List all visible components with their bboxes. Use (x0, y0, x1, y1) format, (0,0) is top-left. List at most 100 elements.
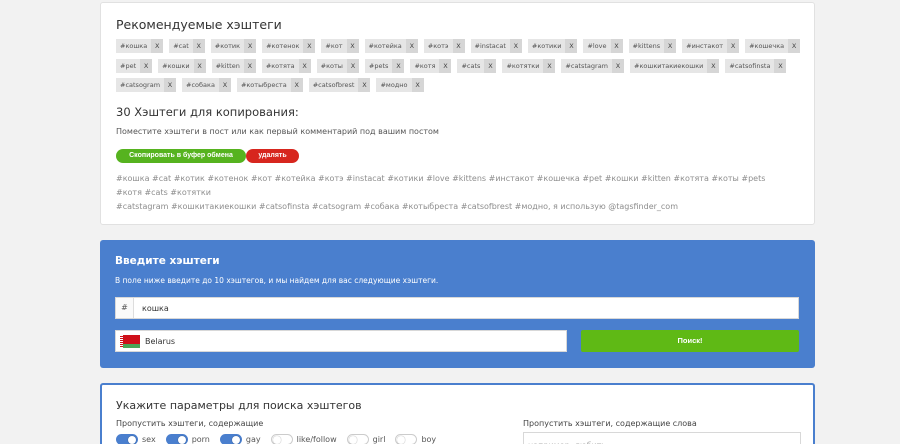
remove-tag-button[interactable]: X (358, 78, 371, 92)
hashtag-chip-label[interactable]: #kittens (629, 39, 665, 53)
hashtag-chip-label[interactable]: #котэ (424, 39, 453, 53)
remove-tag-button[interactable]: X (707, 58, 720, 73)
toggle-switch[interactable] (165, 434, 188, 444)
country-select[interactable]: Belarus (115, 330, 567, 352)
remove-tag-button[interactable]: X (290, 78, 303, 92)
hashtag-chip-label[interactable]: #котики (528, 39, 566, 53)
hashtag-chip-label[interactable]: #котята (262, 59, 299, 73)
remove-tag-button[interactable]: X (164, 78, 177, 92)
remove-tag-button[interactable]: X (244, 39, 257, 53)
hashtag-chip-label[interactable]: #инстакот (682, 39, 727, 53)
recommended-tag-list: #кошка X #cat X #котик X #котенок X #кот X #котейк… (116, 39, 806, 98)
toggle-switch[interactable] (395, 434, 418, 444)
remove-tag-button[interactable]: X (612, 58, 625, 73)
hashtag-chip: #котенок X (262, 39, 316, 53)
filter-toggle[interactable]: porn (165, 434, 210, 444)
remove-tag-button[interactable]: X (664, 39, 677, 53)
toggle-knob (397, 436, 406, 444)
hashtag-chip: #собака X (182, 78, 231, 92)
hashtag-chip-label[interactable]: #кошечка (745, 39, 788, 53)
hashtag-chip-label[interactable]: #pets (365, 59, 393, 73)
hashtag-chip-label[interactable]: #pet (116, 59, 140, 73)
toggle-switch[interactable] (219, 434, 242, 444)
hashtag-chip-label[interactable]: #кошка (116, 39, 151, 53)
hashtag-chip-label[interactable]: #catsofbrest (309, 78, 359, 92)
filter-toggle[interactable]: girl (346, 434, 386, 444)
hashtag-chip: #кошка X (116, 39, 164, 53)
hashtag-chip-label[interactable]: #котя (410, 59, 439, 73)
remove-tag-button[interactable]: X (243, 58, 256, 73)
remove-tag-button[interactable]: X (788, 39, 801, 53)
hashtag-chip: #кошки X (158, 58, 206, 73)
hashtag-input[interactable] (134, 298, 798, 318)
hashtag-chip-label[interactable]: #собака (182, 78, 219, 92)
remove-tag-button[interactable]: X (298, 58, 311, 73)
hashtag-chip-label[interactable]: #kitten (212, 59, 244, 73)
hashtag-chip-label[interactable]: #catsofinsta (725, 59, 774, 73)
search-button[interactable]: Поиск! (581, 330, 799, 352)
toggle-label: girl (372, 435, 386, 444)
skip-words-input[interactable] (524, 435, 800, 444)
hashtag-chip-label[interactable]: #котик (211, 39, 244, 53)
remove-tag-button[interactable]: X (405, 39, 418, 53)
remove-tag-button[interactable]: X (509, 39, 522, 53)
copy-section-title: 30 Хэштеги для копирования: (116, 105, 299, 119)
copy-text-line: #catstagram #кошкитакиекошки #catsofinst… (116, 202, 678, 211)
remove-tag-button[interactable]: X (411, 78, 424, 92)
filter-toggle[interactable]: like/follow (270, 434, 337, 444)
hashtag-chip-label[interactable]: #catstagram (561, 59, 612, 73)
hashtag-chip-label[interactable]: #котейка (365, 39, 406, 53)
hashtag-chip-label[interactable]: #cats (457, 59, 484, 73)
remove-tag-button[interactable]: X (774, 58, 787, 73)
filter-toggle[interactable]: sex (116, 434, 156, 444)
hashtag-chip: #catstagram X (561, 58, 625, 73)
remove-tag-button[interactable]: X (218, 78, 231, 92)
toggle-switch[interactable] (346, 434, 369, 444)
hashtag-chip-label[interactable]: #кошки (158, 59, 193, 73)
filter-toggle[interactable]: boy (395, 434, 436, 444)
hashtag-chip-label[interactable]: #модно (376, 78, 411, 92)
remove-tag-button[interactable]: X (346, 58, 359, 73)
hashtag-chip-label[interactable]: #котенок (262, 39, 303, 53)
hashtag-chip: #кот X (321, 39, 359, 53)
remove-tag-button[interactable]: X (151, 39, 164, 53)
hashtag-chip-label[interactable]: #cat (169, 39, 193, 53)
remove-tag-button[interactable]: X (392, 58, 405, 73)
hashtags-copy-text[interactable]: #кошка #cat #котик #котенок #кот #котейк… (116, 172, 786, 214)
hashtag-chip-label[interactable]: #catsogram (116, 78, 164, 92)
enter-subtitle: В поле ниже введите до 10 хэштегов, и мы… (115, 276, 439, 285)
remove-tag-button[interactable]: X (140, 58, 153, 73)
remove-tag-button[interactable]: X (727, 39, 740, 53)
hashtag-chip: #catsofbrest X (308, 78, 371, 92)
remove-tag-button[interactable]: X (484, 58, 497, 73)
delete-button[interactable]: удалять (246, 149, 299, 163)
hashtag-chip-label[interactable]: #коты (317, 59, 347, 73)
hashtag-chip: #cat X (169, 39, 205, 53)
hashtag-chip-label[interactable]: #instacat (471, 39, 510, 53)
toggle-switch[interactable] (270, 434, 293, 444)
remove-tag-button[interactable]: X (610, 39, 623, 53)
hashtag-chip: #котята X (261, 58, 311, 73)
remove-tag-button[interactable]: X (543, 58, 556, 73)
hashtag-chip-label[interactable]: #кошкитакиекошки (630, 59, 707, 73)
remove-tag-button[interactable]: X (565, 39, 578, 53)
copy-to-clipboard-button[interactable]: Скопировать в буфер обмена (116, 149, 246, 163)
copy-instruction: Поместите хэштеги в пост или как первый … (116, 127, 439, 136)
skip-contains-label: Пропустить хэштеги, содержащие (116, 419, 264, 428)
remove-tag-button[interactable]: X (439, 58, 452, 73)
hashtag-chip-label[interactable]: #котятки (502, 59, 543, 73)
toggle-knob (348, 436, 357, 444)
toggle-switch[interactable] (116, 434, 138, 444)
remove-tag-button[interactable]: X (346, 39, 359, 53)
remove-tag-button[interactable]: X (303, 39, 316, 53)
toggle-label: sex (142, 435, 156, 444)
remove-tag-button[interactable]: X (193, 58, 206, 73)
hashtag-chip-label[interactable]: #котыбреста (237, 78, 291, 92)
filter-toggle[interactable]: gay (219, 434, 261, 444)
tag-row: #catsogram X #собака X #котыбреста X #catsofbr… (116, 78, 806, 92)
remove-tag-button[interactable]: X (192, 39, 205, 53)
hashtag-chip-label[interactable]: #кот (321, 39, 346, 53)
hashtag-chip-label[interactable]: #love (583, 39, 610, 53)
remove-tag-button[interactable]: X (452, 39, 465, 53)
hashtag-chip: #модно X (376, 78, 424, 92)
